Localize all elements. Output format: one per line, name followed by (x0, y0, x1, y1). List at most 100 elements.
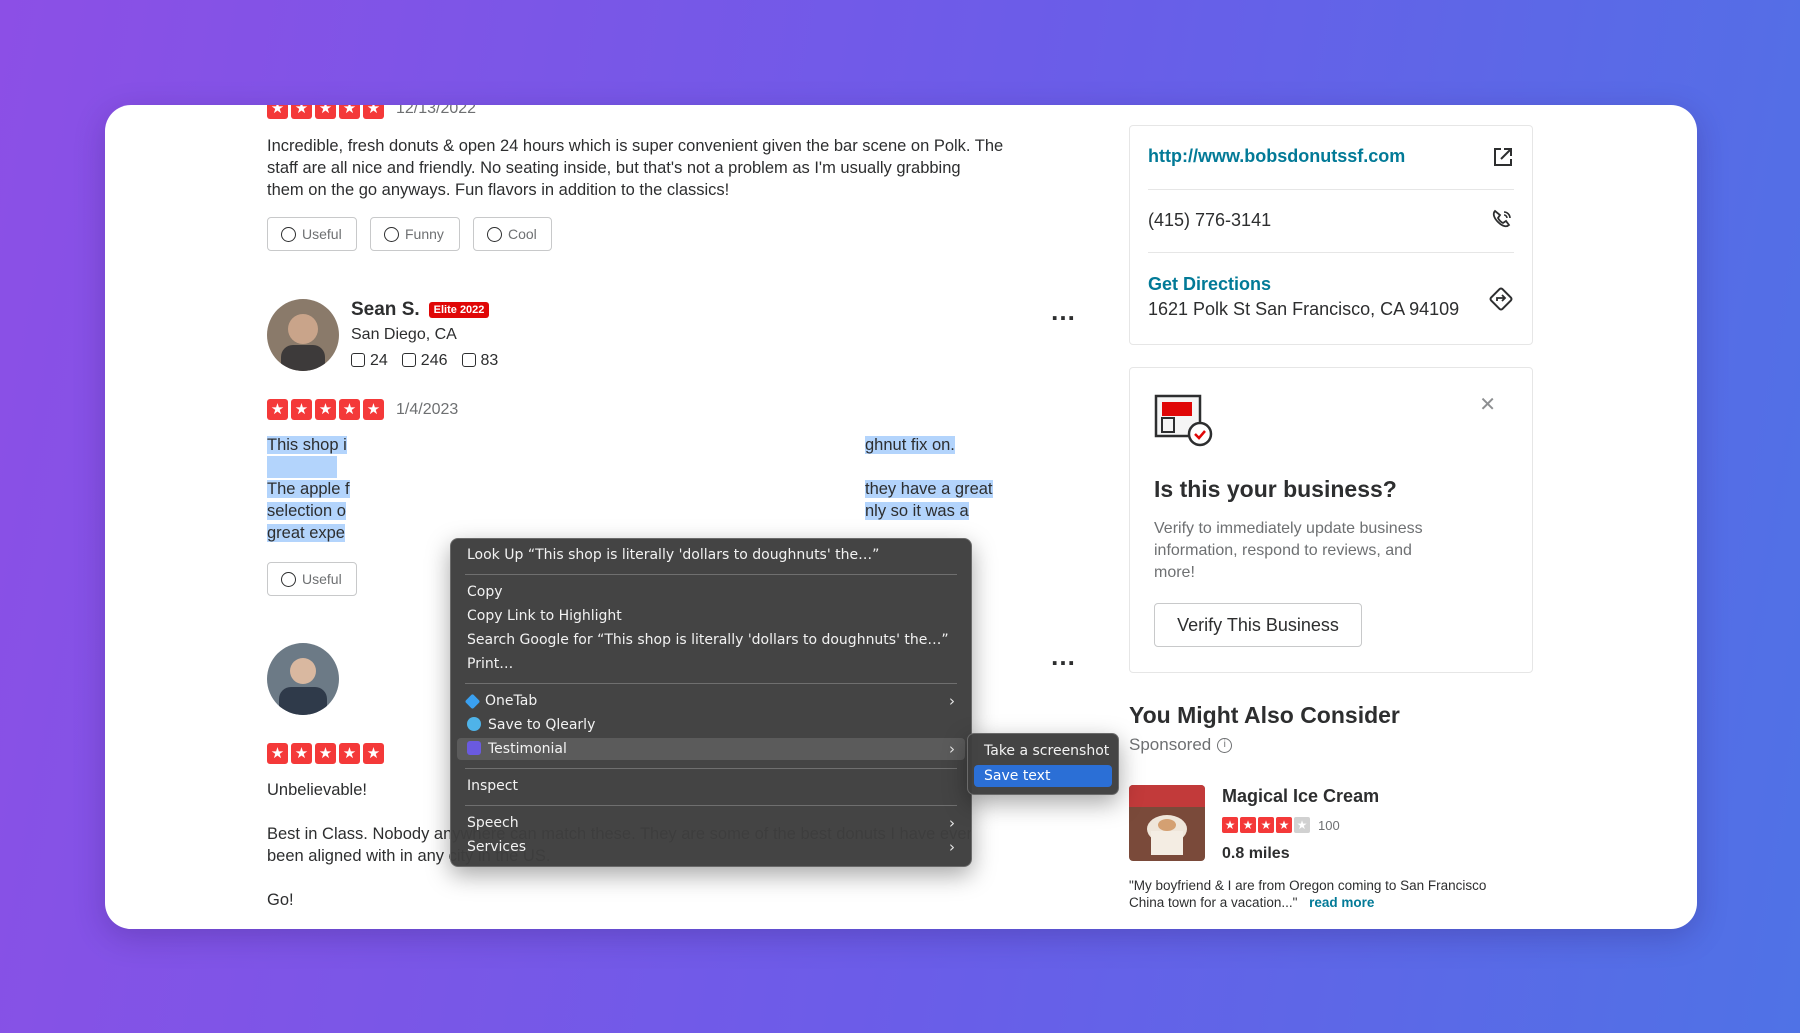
menu-item-speech[interactable]: Speech › (457, 812, 965, 834)
context-menu: Look Up “This shop is literally 'dollars… (450, 538, 972, 867)
submenu-item-screenshot[interactable]: Take a screenshot (974, 740, 1112, 762)
website-row: http://www.bobsdonutssf.com (1148, 146, 1514, 167)
phone-icon[interactable] (1490, 208, 1514, 232)
review3-closing: Go! (267, 891, 294, 909)
read-more-link[interactable]: read more (1309, 895, 1374, 910)
business-name[interactable]: Magical Ice Cream (1222, 786, 1379, 807)
useful-button[interactable]: Useful (267, 562, 357, 596)
review3-title: Unbelievable! (267, 781, 367, 799)
divider (1148, 189, 1514, 190)
verify-business-button[interactable]: Verify This Business (1154, 603, 1362, 647)
star-icon: ★ (1294, 817, 1310, 833)
useful-button[interactable]: Useful (267, 217, 357, 251)
review1-date: 12/13/2022 (396, 105, 477, 117)
menu-label: OneTab (485, 693, 538, 709)
funny-button[interactable]: Funny (370, 217, 460, 251)
lightbulb-icon (281, 571, 296, 587)
business-quote: "My boyfriend & I are from Oregon coming… (1129, 877, 1533, 911)
star-icon: ★ (339, 105, 360, 119)
menu-item-copy-link[interactable]: Copy Link to Highlight (457, 605, 965, 627)
sunglasses-icon (487, 226, 502, 242)
website-link[interactable]: http://www.bobsdonutssf.com (1148, 146, 1405, 166)
elite-badge: Elite 2022 (428, 302, 490, 318)
review-line: This shop i (267, 436, 347, 454)
menu-item-testimonial[interactable]: Testimonial › (457, 738, 965, 760)
star-icon: ★ (291, 105, 312, 119)
button-label: Cool (508, 226, 537, 242)
chevron-right-icon: › (949, 814, 955, 832)
star-icon: ★ (339, 743, 360, 764)
star-icon: ★ (363, 743, 384, 764)
divider (1148, 252, 1514, 253)
review2-date: 1/4/2023 (396, 401, 459, 418)
info-icon[interactable]: i (1217, 737, 1233, 753)
phone-number[interactable]: (415) 776-3141 (1148, 210, 1271, 230)
more-options-button[interactable]: … (1050, 296, 1078, 327)
menu-label: Services (467, 839, 527, 855)
menu-item-lookup[interactable]: Look Up “This shop is literally 'dollars… (457, 544, 965, 566)
menu-item-onetab[interactable]: OneTab › (457, 690, 965, 712)
star-icon: ★ (363, 105, 384, 119)
storefront-icon (1154, 394, 1213, 447)
button-label: Funny (405, 226, 444, 242)
get-directions-link[interactable]: Get Directions (1148, 274, 1514, 295)
menu-item-services[interactable]: Services › (457, 836, 965, 858)
external-link-icon[interactable] (1492, 146, 1514, 168)
desc-line: Verify to immediately update business (1154, 520, 1423, 537)
menu-item-copy[interactable]: Copy (457, 581, 965, 603)
review-line: great expe (267, 524, 345, 542)
sponsored-label: Sponsored i (1129, 735, 1233, 755)
quote-line: "My boyfriend & I are from Oregon coming… (1129, 878, 1487, 893)
qlearly-icon (467, 717, 481, 731)
review-line: nly so it was a (865, 502, 969, 520)
star-icon: ★ (339, 399, 360, 420)
review-line: staff are all nice and friendly. No seat… (267, 159, 961, 177)
desc-line: more! (1154, 564, 1195, 581)
directions-icon[interactable] (1488, 286, 1514, 312)
onetab-icon (464, 693, 481, 710)
ice-cream-photo (1129, 785, 1205, 861)
star-icon: ★ (315, 743, 336, 764)
avatar[interactable] (267, 643, 339, 715)
star-icon: ★ (291, 743, 312, 764)
review-star-icon (401, 353, 416, 367)
star-icon: ★ (267, 743, 288, 764)
review-line: selection o (267, 502, 346, 520)
reviewer-name[interactable]: Sean S. (351, 299, 420, 321)
menu-item-qlearly[interactable]: Save to Qlearly (457, 714, 965, 736)
close-icon[interactable]: ✕ (1479, 392, 1496, 417)
menu-label: Save to Qlearly (488, 717, 596, 733)
claim-description: Verify to immediately update business in… (1154, 518, 1423, 584)
star-icon: ★ (315, 105, 336, 119)
submenu-item-save-text[interactable]: Save text (974, 765, 1112, 787)
business-thumbnail[interactable] (1129, 785, 1205, 861)
consider-title: You Might Also Consider (1129, 702, 1400, 728)
menu-separator (465, 574, 957, 575)
count: 246 (420, 352, 448, 369)
menu-item-print[interactable]: Print… (457, 653, 965, 675)
menu-separator (465, 683, 957, 684)
star-icon: ★ (1258, 817, 1274, 833)
review1-text: Incredible, fresh donuts & open 24 hours… (267, 135, 1027, 201)
review-line: The apple f (267, 480, 350, 498)
distance: 0.8 miles (1222, 845, 1290, 862)
directions-row: Get Directions 1621 Polk St San Francisc… (1148, 274, 1514, 320)
avatar[interactable] (267, 299, 339, 371)
review3-rating: ★ ★ ★ ★ ★ (267, 743, 384, 764)
star-icon: ★ (1276, 817, 1292, 833)
menu-item-search-google[interactable]: Search Google for “This shop is literall… (457, 629, 965, 651)
friends-icon (351, 353, 365, 367)
more-options-button[interactable]: … (1050, 641, 1078, 672)
star-icon: ★ (1240, 817, 1256, 833)
count: 24 (370, 352, 388, 369)
chevron-right-icon: › (949, 838, 955, 856)
menu-label: Speech (467, 815, 519, 831)
testimonial-icon (467, 741, 481, 755)
camera-icon (461, 353, 476, 367)
cool-button[interactable]: Cool (473, 217, 552, 251)
menu-separator (465, 768, 957, 769)
page-card: ★ ★ ★ ★ ★ 12/13/2022 Incredible, fresh d… (105, 105, 1697, 929)
star-icon: ★ (363, 399, 384, 420)
menu-separator (465, 805, 957, 806)
menu-item-inspect[interactable]: Inspect (457, 775, 965, 797)
